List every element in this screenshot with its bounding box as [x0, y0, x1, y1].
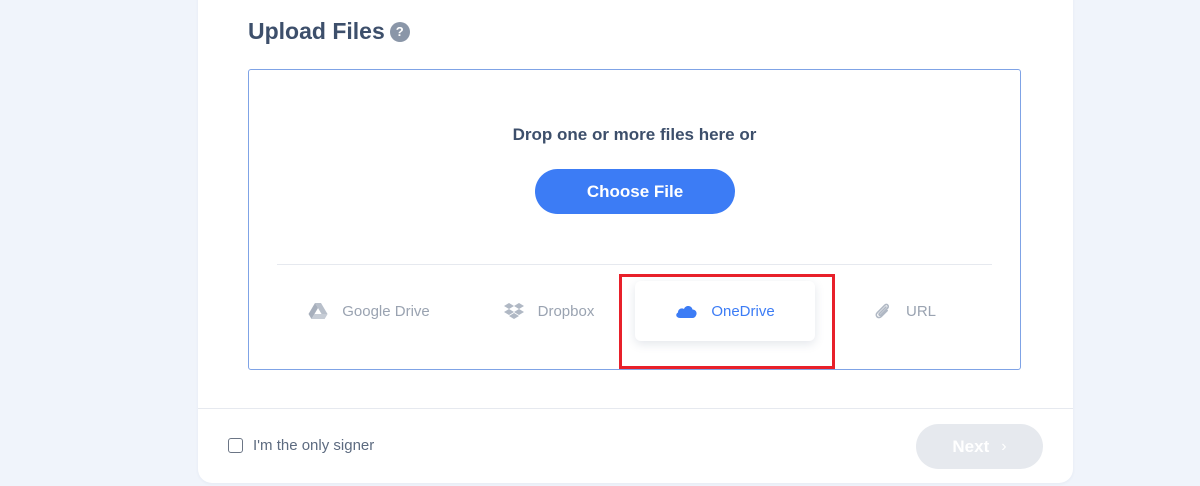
upload-title-text: Upload Files [248, 18, 385, 44]
source-label: OneDrive [711, 302, 775, 320]
drop-text: Drop one or more files here or [512, 125, 757, 144]
only-signer-label: I'm the only signer [253, 437, 375, 454]
question-icon[interactable]: ? [389, 21, 410, 42]
footer-divider [198, 408, 1073, 409]
upload-card: Upload Files ? Drop one or more files he… [198, 0, 1073, 483]
next-button[interactable]: Next › [916, 424, 1043, 469]
only-signer-option[interactable]: I'm the only signer [228, 437, 374, 454]
onedrive-icon [675, 304, 697, 318]
source-label: URL [905, 302, 936, 320]
file-dropzone[interactable]: Drop one or more files here or Choose Fi… [248, 69, 1021, 370]
source-label: Dropbox [537, 302, 595, 320]
next-label: Next [952, 436, 990, 456]
google-drive-icon [308, 302, 328, 320]
upload-title: Upload Files ? [248, 18, 410, 45]
divider [277, 264, 992, 265]
only-signer-checkbox[interactable] [228, 438, 243, 453]
source-dropbox[interactable]: Dropbox [489, 281, 609, 341]
dropbox-icon [503, 302, 524, 320]
paperclip-icon [872, 301, 892, 321]
source-google-drive[interactable]: Google Drive [294, 281, 444, 341]
choose-file-button[interactable]: Choose File [535, 169, 735, 214]
chevron-right-icon: › [1001, 437, 1007, 455]
source-onedrive[interactable]: OneDrive [635, 281, 815, 341]
source-label: Google Drive [342, 302, 430, 320]
source-url[interactable]: URL [849, 281, 959, 341]
